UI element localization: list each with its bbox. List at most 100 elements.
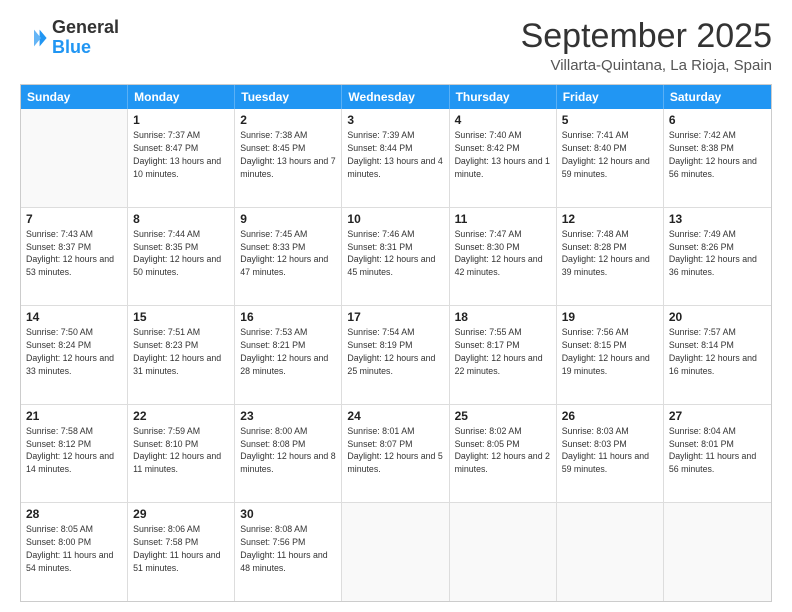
calendar-cell: 21Sunrise: 7:58 AMSunset: 8:12 PMDayligh… (21, 405, 128, 503)
day-number: 2 (240, 113, 336, 127)
logo-text: General Blue (52, 18, 119, 58)
calendar-header: SundayMondayTuesdayWednesdayThursdayFrid… (21, 85, 771, 109)
calendar-row: 1 Sunrise: 7:37 AMSunset: 8:47 PMDaylight… (21, 109, 771, 208)
cell-info: Sunrise: 8:06 AMSunset: 7:58 PMDaylight:… (133, 523, 229, 574)
calendar-row: 28Sunrise: 8:05 AMSunset: 8:00 PMDayligh… (21, 503, 771, 601)
cell-info: Sunrise: 7:46 AMSunset: 8:31 PMDaylight:… (347, 228, 443, 279)
cell-info: Sunrise: 7:56 AMSunset: 8:15 PMDaylight:… (562, 326, 658, 377)
weekday-header: Wednesday (342, 85, 449, 109)
logo-line2: Blue (52, 38, 119, 58)
calendar-cell: 23Sunrise: 8:00 AMSunset: 8:08 PMDayligh… (235, 405, 342, 503)
calendar-cell: 2 Sunrise: 7:38 AMSunset: 8:45 PMDaylight… (235, 109, 342, 207)
calendar-cell: 9 Sunrise: 7:45 AMSunset: 8:33 PMDaylight… (235, 208, 342, 306)
cell-info: Sunrise: 7:38 AMSunset: 8:45 PMDaylight:… (240, 129, 336, 180)
day-number: 27 (669, 409, 766, 423)
cell-info: Sunrise: 7:57 AMSunset: 8:14 PMDaylight:… (669, 326, 766, 377)
calendar-cell: 8 Sunrise: 7:44 AMSunset: 8:35 PMDaylight… (128, 208, 235, 306)
day-number: 14 (26, 310, 122, 324)
calendar-cell: 29 Sunrise: 8:06 AMSunset: 7:58 PMDayligh… (128, 503, 235, 601)
calendar-cell: 17Sunrise: 7:54 AMSunset: 8:19 PMDayligh… (342, 306, 449, 404)
location: Villarta-Quintana, La Rioja, Spain (521, 57, 772, 74)
header: General Blue September 2025 Villarta-Qui… (20, 18, 772, 74)
cell-info: Sunrise: 7:45 AMSunset: 8:33 PMDaylight:… (240, 228, 336, 279)
calendar-cell: 25Sunrise: 8:02 AMSunset: 8:05 PMDayligh… (450, 405, 557, 503)
calendar-cell: 13 Sunrise: 7:49 AMSunset: 8:26 PMDayligh… (664, 208, 771, 306)
calendar-cell: 1 Sunrise: 7:37 AMSunset: 8:47 PMDaylight… (128, 109, 235, 207)
cell-info: Sunrise: 7:40 AMSunset: 8:42 PMDaylight:… (455, 129, 551, 180)
cell-info: Sunrise: 7:53 AMSunset: 8:21 PMDaylight:… (240, 326, 336, 377)
day-number: 18 (455, 310, 551, 324)
cell-info: Sunrise: 7:44 AMSunset: 8:35 PMDaylight:… (133, 228, 229, 279)
calendar-cell: 15 Sunrise: 7:51 AMSunset: 8:23 PMDayligh… (128, 306, 235, 404)
cell-info: Sunrise: 7:48 AMSunset: 8:28 PMDaylight:… (562, 228, 658, 279)
calendar-cell: 6Sunrise: 7:42 AMSunset: 8:38 PMDaylight… (664, 109, 771, 207)
day-number: 16 (240, 310, 336, 324)
cell-info: Sunrise: 7:50 AMSunset: 8:24 PMDaylight:… (26, 326, 122, 377)
calendar-cell: 5 Sunrise: 7:41 AMSunset: 8:40 PMDaylight… (557, 109, 664, 207)
calendar-cell: 18 Sunrise: 7:55 AMSunset: 8:17 PMDayligh… (450, 306, 557, 404)
day-number: 21 (26, 409, 122, 423)
day-number: 17 (347, 310, 443, 324)
weekday-header: Monday (128, 85, 235, 109)
day-number: 5 (562, 113, 658, 127)
weekday-header: Friday (557, 85, 664, 109)
day-number: 8 (133, 212, 229, 226)
calendar-cell: 19 Sunrise: 7:56 AMSunset: 8:15 PMDayligh… (557, 306, 664, 404)
day-number: 20 (669, 310, 766, 324)
calendar-cell: 3 Sunrise: 7:39 AMSunset: 8:44 PMDaylight… (342, 109, 449, 207)
cell-info: Sunrise: 8:02 AMSunset: 8:05 PMDaylight:… (455, 425, 551, 476)
calendar-cell: 16 Sunrise: 7:53 AMSunset: 8:21 PMDayligh… (235, 306, 342, 404)
weekday-header: Tuesday (235, 85, 342, 109)
calendar-cell: 26 Sunrise: 8:03 AMSunset: 8:03 PMDayligh… (557, 405, 664, 503)
cell-info: Sunrise: 7:41 AMSunset: 8:40 PMDaylight:… (562, 129, 658, 180)
cell-info: Sunrise: 7:39 AMSunset: 8:44 PMDaylight:… (347, 129, 443, 180)
day-number: 10 (347, 212, 443, 226)
day-number: 1 (133, 113, 229, 127)
day-number: 24 (347, 409, 443, 423)
calendar-cell: 12 Sunrise: 7:48 AMSunset: 8:28 PMDayligh… (557, 208, 664, 306)
day-number: 19 (562, 310, 658, 324)
day-number: 6 (669, 113, 766, 127)
cell-info: Sunrise: 7:55 AMSunset: 8:17 PMDaylight:… (455, 326, 551, 377)
calendar-cell (21, 109, 128, 207)
page: General Blue September 2025 Villarta-Qui… (0, 0, 792, 612)
day-number: 3 (347, 113, 443, 127)
calendar-cell: 22Sunrise: 7:59 AMSunset: 8:10 PMDayligh… (128, 405, 235, 503)
cell-info: Sunrise: 8:08 AMSunset: 7:56 PMDaylight:… (240, 523, 336, 574)
cell-info: Sunrise: 8:03 AMSunset: 8:03 PMDaylight:… (562, 425, 658, 476)
calendar-cell: 11Sunrise: 7:47 AMSunset: 8:30 PMDayligh… (450, 208, 557, 306)
calendar-cell: 24Sunrise: 8:01 AMSunset: 8:07 PMDayligh… (342, 405, 449, 503)
cell-info: Sunrise: 8:04 AMSunset: 8:01 PMDaylight:… (669, 425, 766, 476)
calendar-cell (342, 503, 449, 601)
calendar-cell: 27 Sunrise: 8:04 AMSunset: 8:01 PMDayligh… (664, 405, 771, 503)
weekday-header: Saturday (664, 85, 771, 109)
day-number: 15 (133, 310, 229, 324)
day-number: 12 (562, 212, 658, 226)
day-number: 29 (133, 507, 229, 521)
title-block: September 2025 Villarta-Quintana, La Rio… (521, 18, 772, 74)
calendar-cell: 14 Sunrise: 7:50 AMSunset: 8:24 PMDayligh… (21, 306, 128, 404)
day-number: 13 (669, 212, 766, 226)
day-number: 11 (455, 212, 551, 226)
calendar-cell: 30 Sunrise: 8:08 AMSunset: 7:56 PMDayligh… (235, 503, 342, 601)
logo-icon (20, 24, 48, 52)
cell-info: Sunrise: 8:05 AMSunset: 8:00 PMDaylight:… (26, 523, 122, 574)
cell-info: Sunrise: 7:49 AMSunset: 8:26 PMDaylight:… (669, 228, 766, 279)
cell-info: Sunrise: 7:59 AMSunset: 8:10 PMDaylight:… (133, 425, 229, 476)
cell-info: Sunrise: 7:43 AMSunset: 8:37 PMDaylight:… (26, 228, 122, 279)
calendar-cell (664, 503, 771, 601)
day-number: 30 (240, 507, 336, 521)
calendar: SundayMondayTuesdayWednesdayThursdayFrid… (20, 84, 772, 602)
cell-info: Sunrise: 7:51 AMSunset: 8:23 PMDaylight:… (133, 326, 229, 377)
day-number: 7 (26, 212, 122, 226)
calendar-body: 1 Sunrise: 7:37 AMSunset: 8:47 PMDaylight… (21, 109, 771, 601)
day-number: 9 (240, 212, 336, 226)
calendar-cell (450, 503, 557, 601)
calendar-cell: 20 Sunrise: 7:57 AMSunset: 8:14 PMDayligh… (664, 306, 771, 404)
calendar-cell (557, 503, 664, 601)
calendar-cell: 7 Sunrise: 7:43 AMSunset: 8:37 PMDaylight… (21, 208, 128, 306)
day-number: 4 (455, 113, 551, 127)
day-number: 26 (562, 409, 658, 423)
calendar-cell: 4 Sunrise: 7:40 AMSunset: 8:42 PMDaylight… (450, 109, 557, 207)
cell-info: Sunrise: 7:37 AMSunset: 8:47 PMDaylight:… (133, 129, 229, 180)
